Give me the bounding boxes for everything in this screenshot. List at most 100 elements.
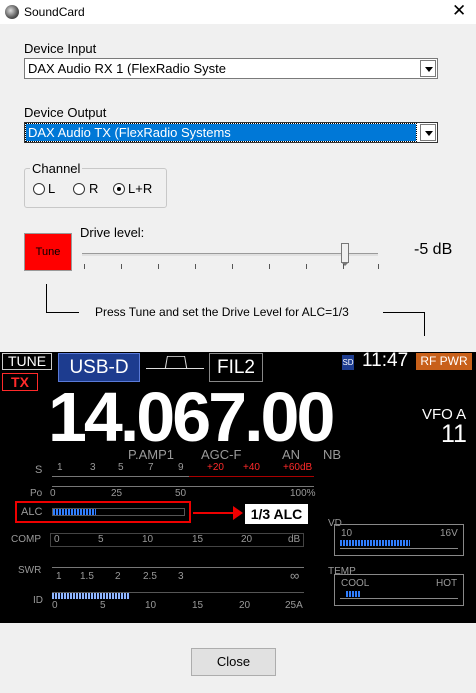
po-tick: 100% <box>290 488 316 499</box>
device-output-label: Device Output <box>24 105 107 120</box>
comp-tick: 0 <box>54 534 60 545</box>
radio-display-panel: TUNE TX USB-D FIL2 SD 11:47 RF PWR 14.06… <box>0 352 476 623</box>
comp-tick: dB <box>288 534 301 545</box>
id-tick: 5 <box>100 600 106 611</box>
filter-shape-icon <box>164 356 188 369</box>
po-tick: 25 <box>111 488 123 499</box>
temp-scale <box>340 598 458 599</box>
comp-tick: 10 <box>142 534 154 545</box>
sd-card-icon: SD <box>342 355 354 370</box>
s-over-tick: +60dB <box>283 462 313 473</box>
slider-tick <box>121 264 122 269</box>
comp-meter-frame <box>50 533 304 547</box>
radio-channel-lr-label: L+R <box>128 181 153 196</box>
nb-status: NB <box>323 447 342 462</box>
channel-label: Channel <box>30 161 83 176</box>
s-tick: 9 <box>178 462 184 473</box>
drive-level-label: Drive level: <box>80 225 145 240</box>
s-tick: 5 <box>118 462 124 473</box>
comp-tick: 5 <box>98 534 104 545</box>
arrow-right-icon <box>233 506 243 520</box>
tune-indicator: TUNE <box>2 353 52 370</box>
temp-low: COOL <box>341 578 370 589</box>
clock-display: 11:47 <box>362 352 409 371</box>
slider-tick <box>232 264 233 269</box>
device-input-select[interactable]: DAX Audio RX 1 (FlexRadio Syste <box>24 58 438 79</box>
vd-meter-bar <box>340 540 410 546</box>
drive-level-slider-thumb[interactable] <box>341 243 349 263</box>
swr-tick: 2.5 <box>143 571 157 582</box>
id-meter-label: ID <box>33 595 43 606</box>
slider-tick <box>84 264 85 269</box>
alc-meter-label: ALC <box>21 506 43 518</box>
comp-tick: 20 <box>241 534 253 545</box>
close-button[interactable]: Close <box>191 648 276 676</box>
callout-line <box>383 312 425 313</box>
temp-meter-bar <box>346 591 360 597</box>
callout-line <box>424 312 425 336</box>
swr-meter-scale <box>52 567 304 568</box>
drive-level-slider-track[interactable] <box>82 253 378 256</box>
slider-tick <box>306 264 307 269</box>
radio-channel-l[interactable] <box>33 183 45 195</box>
callout-arrow-line <box>193 512 235 514</box>
callout-line <box>46 312 79 313</box>
window-close-icon[interactable]: ✕ <box>452 2 466 20</box>
device-input-value: DAX Audio RX 1 (FlexRadio Syste <box>28 61 226 76</box>
vd-high: 16V <box>440 528 458 539</box>
comp-meter-label: COMP <box>11 534 41 545</box>
device-output-select[interactable]: DAX Audio TX (FlexRadio Systems <box>24 122 438 143</box>
s-tick: 1 <box>57 462 63 473</box>
tx-indicator: TX <box>2 373 38 391</box>
chevron-down-icon[interactable] <box>420 60 436 77</box>
swr-tick: ∞ <box>290 568 300 583</box>
radio-channel-lr[interactable] <box>113 183 125 195</box>
slider-tick <box>158 264 159 269</box>
slider-tick <box>269 264 270 269</box>
rf-power-indicator: RF PWR <box>416 353 472 370</box>
vd-scale <box>340 548 458 549</box>
id-meter-scale <box>52 592 304 593</box>
swr-tick: 2 <box>115 571 121 582</box>
s-tick: 3 <box>90 462 96 473</box>
po-tick: 50 <box>175 488 187 499</box>
alc-meter-bar <box>53 509 96 515</box>
vfo-number: 11 <box>441 420 467 448</box>
radio-channel-r[interactable] <box>73 183 85 195</box>
s-meter-scale <box>52 476 189 477</box>
s-tick: 7 <box>148 462 154 473</box>
comp-tick: 15 <box>192 534 204 545</box>
po-meter-scale <box>52 486 314 487</box>
id-meter-bar <box>52 593 130 599</box>
swr-meter-label: SWR <box>18 565 42 576</box>
id-tick: 0 <box>52 600 58 611</box>
radio-channel-l-label: L <box>48 181 56 196</box>
drive-level-value: -5 dB <box>414 241 453 258</box>
slider-tick <box>195 264 196 269</box>
po-meter-label: Po <box>30 488 43 499</box>
callout-line <box>46 284 47 313</box>
an-status: AN <box>282 447 301 462</box>
chevron-down-icon[interactable] <box>420 124 436 141</box>
tune-button[interactable]: Tune <box>24 233 72 271</box>
s-over-tick: +40 <box>243 462 260 473</box>
po-tick: 0 <box>50 488 56 499</box>
s-over-tick: +20 <box>207 462 224 473</box>
id-tick: 20 <box>239 600 251 611</box>
device-output-value: DAX Audio TX (FlexRadio Systems <box>28 125 231 140</box>
slider-tick <box>378 264 379 269</box>
radio-channel-r-label: R <box>89 181 99 196</box>
swr-tick: 1.5 <box>80 571 94 582</box>
temp-high: HOT <box>436 578 458 589</box>
frequency-display: 14.067.00 <box>48 378 335 456</box>
s-meter-label: S <box>35 464 43 476</box>
id-tick: 10 <box>145 600 157 611</box>
alc-callout-label: 1/3 ALC <box>245 504 308 524</box>
slider-tick <box>343 264 344 269</box>
swr-tick: 1 <box>56 571 62 582</box>
device-input-label: Device Input <box>24 41 97 56</box>
s-meter-over-scale <box>189 476 314 477</box>
vd-low: 10 <box>341 528 353 539</box>
soundcard-app-icon <box>5 5 19 19</box>
agc-status: AGC-F <box>201 447 242 462</box>
